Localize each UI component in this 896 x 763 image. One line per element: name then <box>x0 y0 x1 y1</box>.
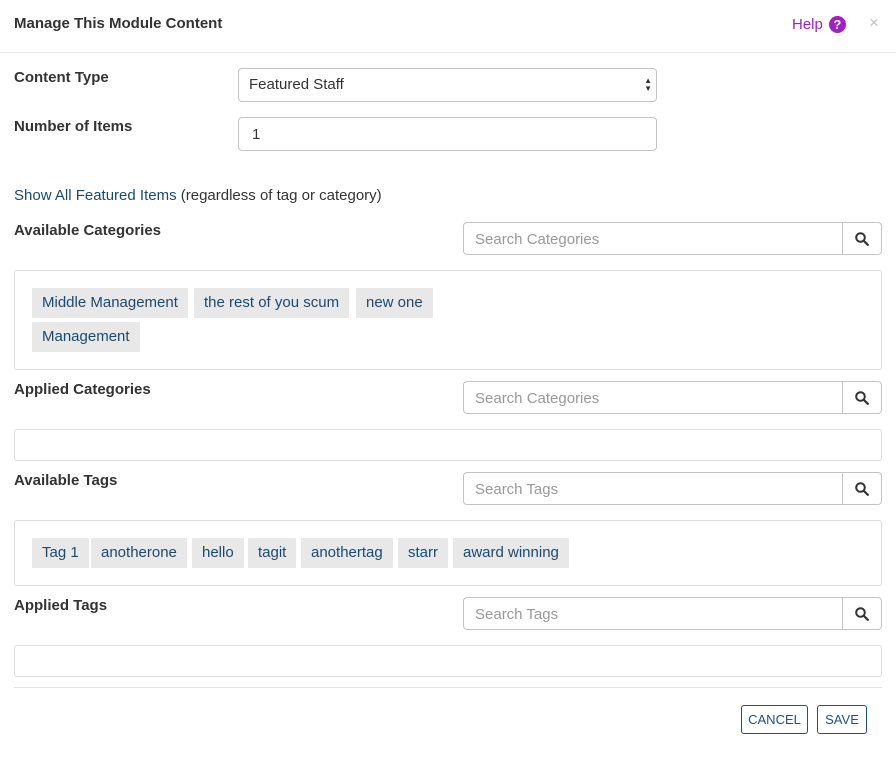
select-arrows-icon: ▲ ▼ <box>644 76 652 93</box>
search-icon <box>855 606 869 621</box>
show-all-suffix: (regardless of tag or category) <box>176 187 382 204</box>
available-tags-search-button[interactable] <box>842 472 882 505</box>
number-of-items-label: Number of Items <box>14 118 133 135</box>
tag-chip[interactable]: starr <box>398 538 448 568</box>
category-chip[interactable]: the rest of you scum <box>194 288 350 318</box>
applied-categories-panel[interactable] <box>14 429 882 461</box>
category-chip[interactable]: Management <box>32 322 140 352</box>
help-label: Help <box>792 16 823 33</box>
applied-tags-panel[interactable] <box>14 645 882 677</box>
applied-categories-search-button[interactable] <box>842 381 882 414</box>
available-tags-label: Available Tags <box>14 472 118 489</box>
help-link[interactable]: Help ? <box>792 16 846 33</box>
save-button[interactable]: SAVE <box>817 705 867 734</box>
available-tags-search: Search Tags <box>463 472 882 505</box>
tag-chip[interactable]: anotherone <box>91 538 187 568</box>
available-tags-search-input[interactable]: Search Tags <box>463 472 842 505</box>
content-type-select[interactable]: Featured Staff ▲ ▼ <box>238 68 657 102</box>
tag-chip[interactable]: Tag 1 <box>32 538 89 568</box>
category-chip[interactable]: new one <box>356 288 433 318</box>
available-categories-label: Available Categories <box>14 222 162 239</box>
applied-tags-label: Applied Tags <box>14 597 108 614</box>
close-button[interactable]: × <box>869 13 879 33</box>
category-chip[interactable]: Middle Management <box>32 288 188 318</box>
content-type-value: Featured Staff <box>249 76 344 93</box>
content-type-label: Content Type <box>14 69 109 86</box>
question-circle-icon: ? <box>828 16 846 33</box>
search-icon <box>855 231 869 246</box>
search-icon <box>855 390 869 405</box>
applied-categories-search-input[interactable]: Search Categories <box>463 381 842 414</box>
applied-categories-label: Applied Categories <box>14 381 151 398</box>
applied-tags-search: Search Tags <box>463 597 882 630</box>
cancel-button[interactable]: CANCEL <box>741 705 808 734</box>
show-all-line: Show All Featured Items (regardless of t… <box>14 187 382 204</box>
number-of-items-input[interactable]: 1 <box>238 117 657 151</box>
modal-title: Manage This Module Content <box>14 15 223 32</box>
show-all-featured-link[interactable]: Show All Featured Items <box>14 187 177 204</box>
footer-divider <box>14 687 882 688</box>
tag-chip[interactable]: anothertag <box>301 538 393 568</box>
available-categories-search: Search Categories <box>463 222 882 255</box>
tag-chip[interactable]: hello <box>192 538 244 568</box>
available-categories-panel: Middle Management the rest of you scum n… <box>14 270 882 370</box>
available-tags-panel: Tag 1 anotherone hello tagit anothertag … <box>14 520 882 586</box>
search-icon <box>855 481 869 496</box>
tag-chip[interactable]: tagit <box>248 538 297 568</box>
applied-categories-search: Search Categories <box>463 381 882 414</box>
tag-chip[interactable]: award winning <box>453 538 569 568</box>
available-categories-search-input[interactable]: Search Categories <box>463 222 842 255</box>
applied-tags-search-input[interactable]: Search Tags <box>463 597 842 630</box>
applied-tags-search-button[interactable] <box>842 597 882 630</box>
available-categories-search-button[interactable] <box>842 222 882 255</box>
